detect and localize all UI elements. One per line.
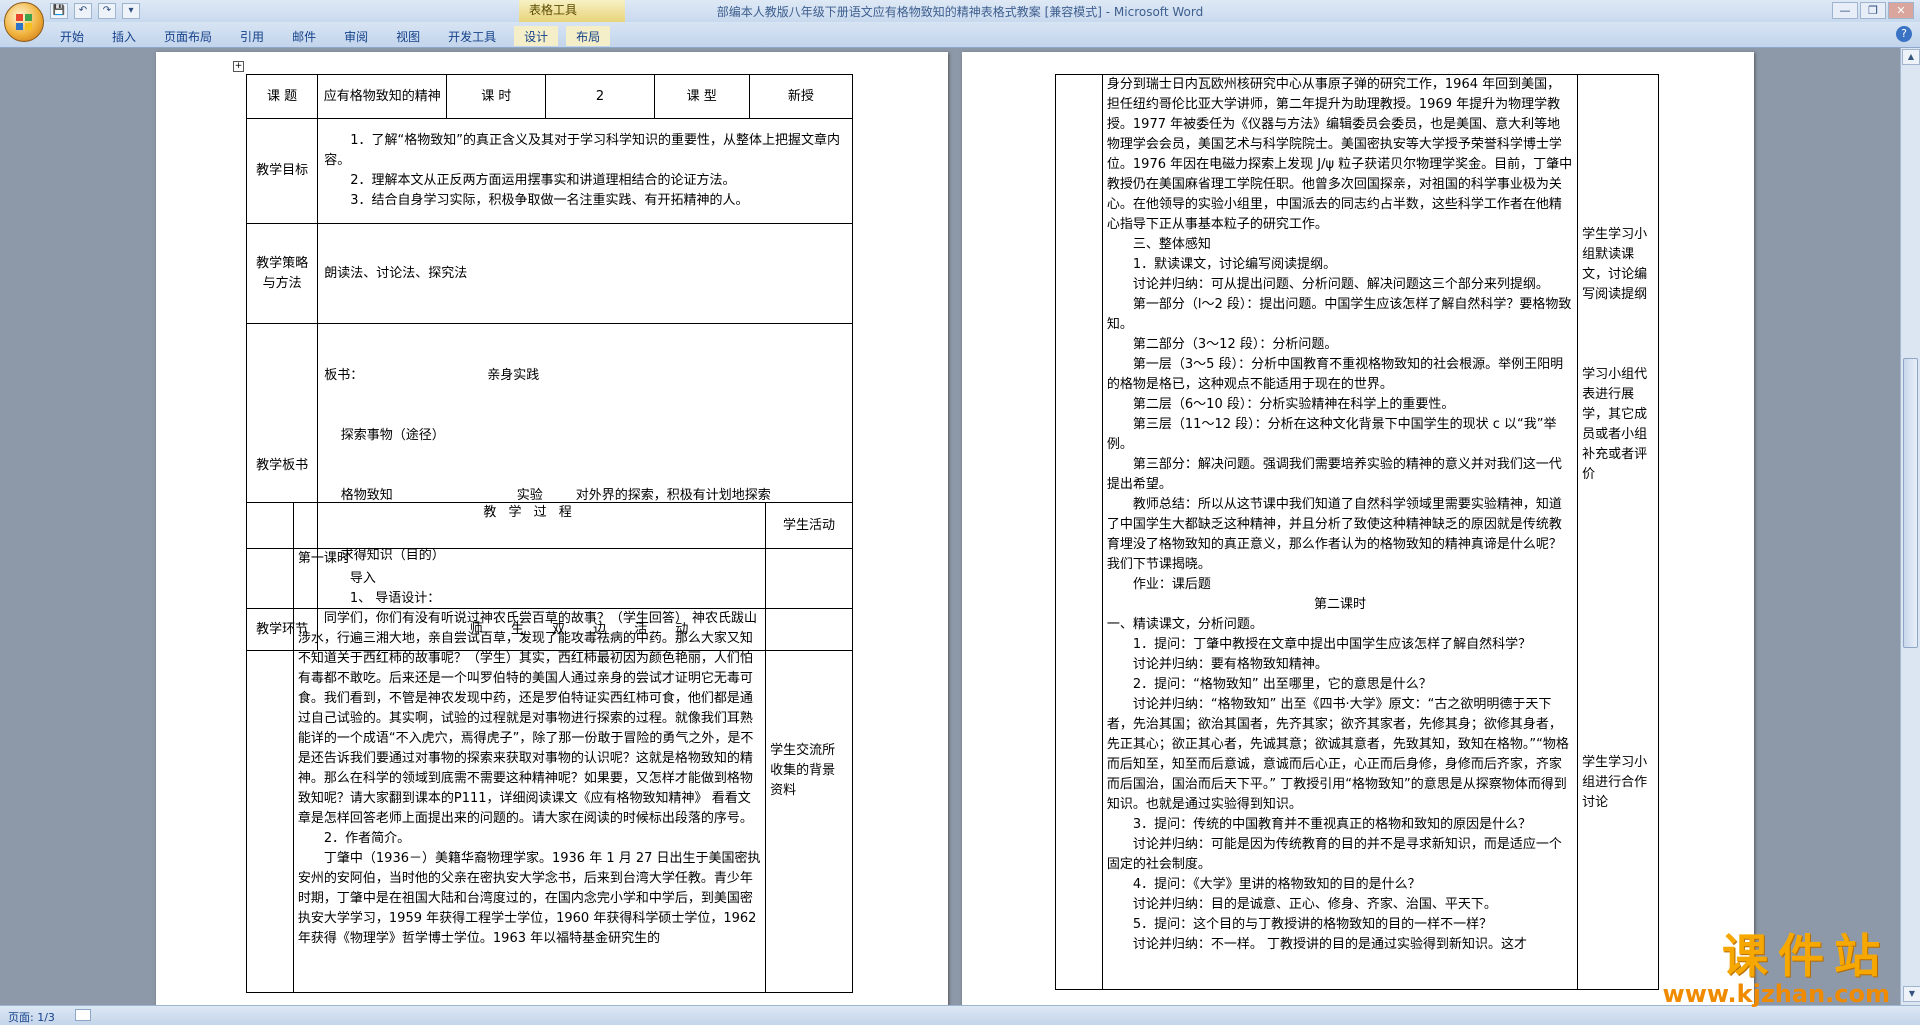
paragraph: 2．提问：“格物致知” 出至哪里，它的意思是什么？ [1132, 677, 1432, 692]
office-button[interactable] [4, 2, 44, 42]
help-icon[interactable]: ? [1896, 26, 1912, 42]
paragraph: 教师总结：所以从这节课中我们知道了自然科学领域里需要实验精神，知道了中国学生大都… [1106, 497, 1562, 572]
document-area: + 课 题 应有格物致知的精神 课 时 2 课 型 新授 教学目标 1．了解“格… [0, 48, 1900, 1005]
paragraph: 5．提问：这个目的与丁教授讲的格物致知的目的一样不一样？ [1132, 917, 1493, 932]
paragraph: 4．提问：《大学》里讲的格物致知的目的是什么？ [1132, 877, 1421, 892]
topic-row: 课 题 应有格物致知的精神 课 时 2 课 型 新授 [245, 74, 854, 119]
tab-view[interactable]: 视图 [386, 26, 430, 46]
activity-note: 学生学习小组默读课文，讨论编写阅读提纲 [1582, 227, 1648, 302]
topic-value[interactable]: 应有格物致知的精神 [317, 74, 448, 119]
paragraph: 身分到瑞士日内瓦欧州核研究中心从事原子弹的研究工作，1964 年回到美国，担任纽… [1106, 77, 1573, 232]
paragraph: 导入 [349, 571, 376, 586]
restore-button[interactable]: ❐ [1860, 2, 1886, 19]
paragraph: 讨论并归纳：不一样。 丁教授讲的目的是通过实验得到新知识。这才 [1132, 937, 1528, 952]
paragraph: 1、 导语设计： [349, 591, 441, 606]
paragraph: 讨论并归纳：“格物致知” 出至《四书·大学》原文：“古之欲明明德于天下者，先治其… [1106, 697, 1569, 812]
strategy-value[interactable]: 朗读法、讨论法、探究法 [317, 223, 853, 324]
ribbon-tab-bar: 开始 插入 页面布局 引用 邮件 审阅 视图 开发工具 设计 布局 ? [0, 22, 1920, 48]
tab-table-design[interactable]: 设计 [514, 26, 559, 46]
goal-item: 3．结合自身学习实际，积极争取做一名注重实践、有开拓精神的人。 [350, 193, 749, 208]
paragraph: 同学们，你们有没有听说过神农氏尝百草的故事？（学生回答） 神农氏跋山涉水，行遍三… [297, 611, 758, 826]
board-line: 探索事物（途径） [324, 428, 445, 443]
goals-cell[interactable]: 1．了解“格物致知”的真正含义及其对于学习科学知识的重要性，从整体上把握文章内容… [317, 118, 853, 224]
paragraph: 讨论并归纳：可能是因为传统教育的目的并不是寻求新知识，而是适应一个固定的社会制度… [1106, 837, 1562, 872]
table-move-handle[interactable]: + [233, 61, 244, 72]
paragraph: 三、整体感知 [1132, 237, 1211, 252]
language-icon[interactable] [75, 1009, 91, 1021]
paragraph: 第二部分（3～12 段）：分析问题。 [1132, 337, 1338, 352]
goals-label: 教学目标 [245, 118, 319, 224]
process-header-row: 教 学 过 程 学生活动 [246, 502, 853, 549]
scroll-thumb[interactable] [1903, 358, 1918, 648]
paragraph: 第二课时 [1313, 597, 1366, 612]
page-indicator[interactable]: 页面: 1/3 [8, 1009, 55, 1025]
process-table-left: 教 学 过 程 学生活动 第一课时 导入 1、 导语设计： 同学们，你们有没有听… [246, 502, 853, 993]
goals-row: 教学目标 1．了解“格物致知”的真正含义及其对于学习科学知识的重要性，从整体上把… [245, 118, 853, 224]
paragraph: 作业：课后题 [1132, 577, 1211, 592]
scroll-down-icon[interactable]: ▼ [1903, 986, 1920, 1002]
activity-header: 学生活动 [765, 502, 853, 549]
status-bar: 页面: 1/3 [0, 1005, 1920, 1025]
strategy-label: 教学策略与方法 [245, 223, 319, 324]
tab-insert[interactable]: 插入 [102, 26, 146, 46]
watermark-title: 课件站 [1722, 929, 1890, 983]
strategy-row: 教学策略与方法 朗读法、讨论法、探究法 [245, 223, 853, 324]
tab-mailings[interactable]: 邮件 [282, 26, 326, 46]
type-value[interactable]: 新授 [748, 74, 854, 119]
activity-notes-right[interactable]: 学生学习小组默读课文，讨论编写阅读提纲 学习小组代表进行展学，其它成员或者小组补… [1577, 74, 1659, 990]
process-body-row: 第一课时 导入 1、 导语设计： 同学们，你们有没有听说过神农氏尝百草的故事？（… [246, 548, 853, 993]
paragraph: 第一部分（l～2 段）：提出问题。中国学生应该怎样了解自然科学？要格物致知。 [1106, 297, 1572, 332]
office-logo-icon [16, 14, 32, 30]
window-controls: — ❐ ✕ [1832, 2, 1914, 19]
vertical-scrollbar[interactable]: ▲ ▼ [1900, 48, 1920, 1005]
activity-note: 学习小组代表进行展学，其它成员或者小组补充或者评价 [1582, 367, 1648, 482]
paragraph: 讨论并归纳：目的是诚意、正心、修身、齐家、治国、平天下。 [1132, 897, 1497, 912]
process-content-right[interactable]: 身分到瑞士日内瓦欧州核研究中心从事原子弹的研究工作，1964 年回到美国，担任纽… [1101, 74, 1579, 990]
paragraph: 讨论并归纳：可从提出问题、分析问题、解决问题这三个部分来列提纲。 [1132, 277, 1549, 292]
process-table-right: 身分到瑞士日内瓦欧州核研究中心从事原子弹的研究工作，1964 年回到美国，担任纽… [1055, 74, 1659, 990]
paragraph: 一、精读课文，分析问题。 [1106, 617, 1263, 632]
paragraph: 1．默读课文，讨论编写阅读提纲。 [1132, 257, 1337, 272]
title-bar: 💾 ↶ ↷ ▾ 表格工具 部编本人教版八年级下册语文应有格物致知的精神表格式教案… [0, 0, 1920, 22]
process-header: 教 学 过 程 [292, 502, 767, 549]
paragraph: 讨论并归纳：要有格物致知精神。 [1132, 657, 1328, 672]
process-content-left[interactable]: 第一课时 导入 1、 导语设计： 同学们，你们有没有听说过神农氏尝百草的故事？（… [292, 548, 767, 993]
paragraph: 第二层（6～10 段）：分析实验精神在科学上的重要性。 [1132, 397, 1455, 412]
watermark-url: www.kjzhan.com [1662, 980, 1890, 1008]
type-label: 课 型 [653, 74, 750, 119]
tab-table-layout[interactable]: 布局 [566, 26, 611, 46]
process-body-row-right: 身分到瑞士日内瓦欧州核研究中心从事原子弹的研究工作，1964 年回到美国，担任纽… [1055, 74, 1659, 990]
paragraph: 第三部分：解决问题。强调我们需要培养实验的精神的意义并对我们这一代提出希望。 [1106, 457, 1562, 492]
activity-note-left[interactable]: 学生交流所收集的背景资料 [765, 548, 853, 993]
paragraph: 3．提问：传统的中国教育并不重视真正的格物和致知的原因是什么？ [1132, 817, 1532, 832]
paragraph: 第三层（11～12 段）：分析在这种文化背景下中国学生的现状 c 以“我”举例。 [1106, 417, 1557, 452]
site-watermark: 课件站 www.kjzhan.com [1663, 931, 1890, 1007]
tab-home[interactable]: 开始 [50, 26, 94, 46]
ribbon-tabs: 开始 插入 页面布局 引用 邮件 审阅 视图 开发工具 设计 布局 [50, 26, 618, 46]
paragraph: 第一层（3～5 段）：分析中国教育不重视格物致知的社会根源。举例王阳明的格物是格… [1106, 357, 1564, 392]
activity-note: 学生学习小组进行合作讨论 [1582, 755, 1648, 810]
goal-item: 1．了解“格物致知”的真正含义及其对于学习科学知识的重要性，从整体上把握文章内容… [324, 133, 840, 168]
tab-developer[interactable]: 开发工具 [438, 26, 506, 46]
paragraph: 第一课时 [297, 551, 350, 566]
paragraph: 2．作者简介。 [323, 831, 411, 846]
hours-label: 课 时 [446, 74, 547, 119]
tab-review[interactable]: 审阅 [334, 26, 378, 46]
close-button[interactable]: ✕ [1888, 2, 1914, 19]
board-line: 板书： 亲身实践 [324, 368, 540, 383]
scroll-up-icon[interactable]: ▲ [1902, 49, 1920, 65]
hours-value[interactable]: 2 [545, 74, 655, 119]
window-title: 部编本人教版八年级下册语文应有格物致知的精神表格式教案 [兼容模式] - Mic… [716, 5, 1204, 19]
goal-item: 2．理解本文从正反两方面运用摆事实和讲道理相结合的论证方法。 [350, 173, 736, 188]
topic-label: 课 题 [245, 74, 319, 119]
paragraph: 1．提问：丁肇中教授在文章中提出中国学生应该怎样了解自然科学？ [1132, 637, 1532, 652]
tab-page-layout[interactable]: 页面布局 [154, 26, 222, 46]
tab-references[interactable]: 引用 [230, 26, 274, 46]
minimize-button[interactable]: — [1832, 2, 1858, 19]
paragraph: 丁肇中（1936－）美籍华裔物理学家。1936 年 1 月 27 日出生于美国密… [297, 851, 761, 946]
